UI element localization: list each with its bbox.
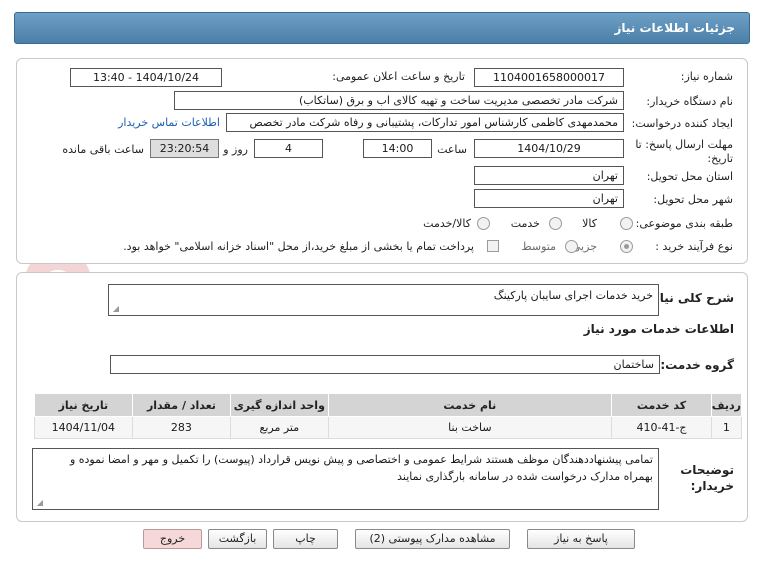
general-description-label: شرح کلی نیاز: — [648, 291, 734, 305]
process-option-medium: متوسط — [521, 240, 556, 253]
delivery-province-label: استان محل تحویل: — [646, 170, 733, 183]
col-unit: واحد اندازه گیری — [230, 393, 329, 417]
requester-label: ایجاد کننده درخواست: — [631, 117, 733, 130]
service-group-label: گروه خدمت: — [660, 358, 734, 372]
col-service-code: کد خدمت — [611, 393, 712, 417]
announce-date-field: 1404/10/24 - 13:40 — [70, 68, 222, 87]
buyer-notes-label-line1: توضیحات — [680, 463, 734, 477]
view-attachments-button[interactable]: مشاهده مدارک پیوستی (2) — [355, 529, 510, 549]
need-number-label: شماره نیاز: — [680, 70, 733, 83]
service-group-field: ساختمان — [110, 355, 660, 374]
exit-button[interactable]: خروج — [143, 529, 202, 549]
table-row: 1 ج-41-410 ساخت بنا متر مربع 283 1404/11… — [34, 416, 743, 439]
cell-unit: متر مربع — [230, 416, 329, 439]
resize-grip-icon[interactable]: ◢ — [111, 305, 119, 313]
page-header: جزئیات اطلاعات نیاز — [14, 12, 750, 44]
cell-service-code: ج-41-410 — [611, 416, 712, 439]
resize-grip-icon[interactable]: ◢ — [35, 499, 43, 507]
buyer-org-label: نام دستگاه خریدار: — [646, 95, 733, 108]
need-number-field: 1104001658000017 — [474, 68, 624, 87]
back-button[interactable]: بازگشت — [208, 529, 267, 549]
cell-need-date: 1404/11/04 — [34, 416, 133, 439]
category-label: طبقه بندی موضوعی: — [635, 217, 733, 230]
delivery-province-field: تهران — [474, 166, 624, 185]
buyer-notes-label-line2: خریدار: — [690, 479, 734, 493]
reply-button[interactable]: پاسخ به نیاز — [527, 529, 635, 549]
buyer-contact-link[interactable]: اطلاعات تماس خریدار — [118, 116, 220, 129]
col-service-name: نام خدمت — [327, 393, 613, 417]
items-table: ردیف کد خدمت نام خدمت واحد اندازه گیری ت… — [34, 393, 743, 439]
category-option-goods-service: کالا/خدمت — [423, 217, 471, 230]
col-need-date: تاریخ نیاز — [34, 393, 133, 417]
category-radio-service[interactable] — [549, 217, 562, 230]
general-description-field: خرید خدمات اجرای سایبان پارکینگ ◢ — [108, 284, 659, 316]
buyer-notes-text: تمامی پیشنهاددهندگان موظف هستند شرایط عم… — [69, 453, 653, 483]
page-title: جزئیات اطلاعات نیاز — [614, 21, 735, 35]
process-radio-medium[interactable] — [565, 240, 578, 253]
deadline-time-label: ساعت — [437, 143, 467, 156]
deadline-label-line1: مهلت ارسال پاسخ: تا — [635, 138, 733, 151]
cell-quantity: 283 — [131, 416, 232, 439]
deadline-days-field: 4 — [254, 139, 323, 158]
deadline-days-label: روز و — [223, 143, 248, 156]
category-option-goods: کالا — [582, 217, 597, 230]
category-radio-goods[interactable] — [620, 217, 633, 230]
remaining-time-field: 23:20:54 — [150, 139, 219, 158]
buyer-org-field: شرکت مادر تخصصی مدیریت ساخت و تهیه کالای… — [174, 91, 624, 110]
deadline-date-field: 1404/10/29 — [474, 139, 624, 158]
process-radio-minor[interactable] — [620, 240, 633, 253]
category-option-service: خدمت — [510, 217, 540, 230]
items-table-header: ردیف کد خدمت نام خدمت واحد اندازه گیری ت… — [34, 393, 743, 417]
deadline-label-line2: تاریخ: — [707, 152, 733, 165]
delivery-city-field: تهران — [474, 189, 624, 208]
remaining-time-label: ساعت باقی مانده — [62, 143, 144, 156]
treasury-checkbox[interactable] — [487, 240, 499, 252]
requester-field: محمدمهدی کاظمی کارشناس امور تدارکات، پشت… — [226, 113, 624, 132]
delivery-city-label: شهر محل تحویل: — [653, 193, 733, 206]
col-quantity: تعداد / مقدار — [131, 393, 232, 417]
services-info-heading: اطلاعات خدمات مورد نیاز — [583, 322, 734, 336]
cell-row: 1 — [710, 416, 743, 439]
cell-service-name: ساخت بنا — [327, 416, 613, 439]
col-row: ردیف — [710, 393, 743, 417]
category-radio-goods-service[interactable] — [477, 217, 490, 230]
print-button[interactable]: چاپ — [273, 529, 338, 549]
treasury-checkbox-label: پرداخت تمام یا بخشی از مبلغ خرید،از محل … — [123, 240, 474, 253]
buyer-notes-field: تمامی پیشنهاددهندگان موظف هستند شرایط عم… — [32, 448, 659, 510]
deadline-time-field: 14:00 — [363, 139, 432, 158]
announce-date-label: تاریخ و ساعت اعلان عمومی: — [332, 70, 465, 83]
process-type-label: نوع فرآیند خرید : — [655, 240, 733, 253]
general-description-text: خرید خدمات اجرای سایبان پارکینگ — [493, 289, 653, 302]
need-info-panel — [16, 58, 748, 264]
